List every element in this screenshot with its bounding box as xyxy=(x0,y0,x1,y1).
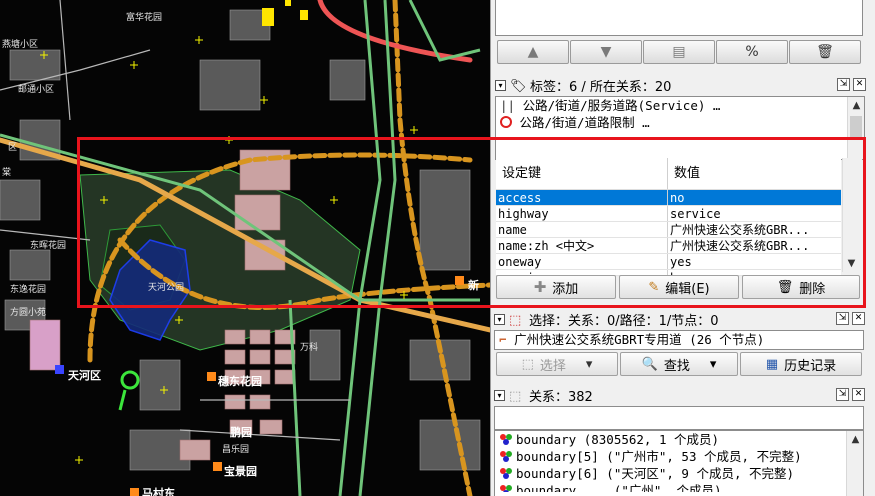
dialog-controls: ⇲ ✕ xyxy=(837,78,866,91)
history-button[interactable]: ▦ 历史记录 xyxy=(740,352,862,376)
add-button[interactable]: ✚ 添加 xyxy=(496,275,616,299)
collapse-icon[interactable]: ▾ xyxy=(495,79,506,91)
map-label: 万科 xyxy=(300,343,319,353)
scroll-up-icon[interactable]: ▲ xyxy=(848,97,865,114)
map-label: 马村东 xyxy=(142,487,175,496)
selection-icon: ⬚ xyxy=(509,313,522,328)
arrow-up-icon: ▲ xyxy=(527,44,539,60)
move-down-button[interactable]: ▼ xyxy=(570,40,642,64)
table-row[interactable]: name:zh <中文> 广州快速公交系统GBR... xyxy=(496,238,841,254)
map-label: 区 xyxy=(8,143,18,153)
map-drawing xyxy=(0,0,490,496)
table-row[interactable]: highway service xyxy=(496,206,841,222)
table-row[interactable]: name 广州快速公交系统GBR... xyxy=(496,222,841,238)
map-label: 鹏园 xyxy=(230,426,252,439)
search-icon: 🔍 xyxy=(641,356,658,372)
relations-scrollbar[interactable]: ▲ xyxy=(847,97,864,159)
tags-dialog-header[interactable]: ▾ 🏷 标签：6 / 所在关系：20 ⇲ ✕ xyxy=(491,75,875,95)
stack-button[interactable]: ▤ xyxy=(643,40,715,64)
restriction-icon xyxy=(500,116,512,128)
way-icon: ⌐ xyxy=(499,332,507,347)
detach-icon[interactable]: ⇲ xyxy=(836,388,849,401)
collapse-icon[interactable]: ▾ xyxy=(494,313,505,325)
map-label: 东晖花园 xyxy=(30,241,67,251)
scroll-up-icon[interactable]: ▲ xyxy=(847,431,864,448)
trash-button[interactable]: 🗑 xyxy=(789,40,861,64)
stack-icon: ▤ xyxy=(672,44,686,60)
map-label: 方圆小苑 xyxy=(10,308,47,318)
relation-item[interactable]: || 公路/街道/服务道路(Service) … xyxy=(496,97,864,114)
relation-icon xyxy=(499,432,513,446)
selection-dialog-header[interactable]: ▾ ⬚ 选择：关系：0/路径：1/节点：0 ⇲ ✕ xyxy=(490,309,875,329)
trash-icon: 🗑 xyxy=(776,279,794,295)
table-row[interactable]: access no xyxy=(496,190,841,206)
plus-icon: ✚ xyxy=(533,278,547,296)
relations-dialog-header[interactable]: ▾ ⬚ 关系：382 ⇲ ✕ xyxy=(490,385,875,405)
col-key-header[interactable]: 设定键 xyxy=(496,158,668,189)
map-label: 富华花园 xyxy=(126,13,163,23)
relations-filter[interactable] xyxy=(494,406,864,430)
map-label: 燕塘小区 xyxy=(2,40,39,50)
relation-icon xyxy=(499,483,513,492)
map-label: 东逸花园 xyxy=(10,285,47,295)
percent-edit-icon: % xyxy=(745,44,759,60)
relation-icon xyxy=(499,449,513,463)
tag-icon: 🏷 xyxy=(510,79,527,94)
edit-icon: ✎ xyxy=(648,279,660,295)
relation-item[interactable]: 公路/街道/道路限制 … xyxy=(496,114,864,131)
delete-button[interactable]: 🗑 删除 xyxy=(742,275,860,299)
search-button[interactable]: 🔍 查找 ▾ xyxy=(620,352,738,376)
move-up-button[interactable]: ▲ xyxy=(497,40,569,64)
tags-table[interactable]: 设定键 数值 access no highway service name 广州快速公… xyxy=(496,158,841,276)
map-label: 天河区 xyxy=(68,369,101,382)
map-label: 棠 xyxy=(2,168,12,178)
scroll-down-icon[interactable]: ▼ xyxy=(843,255,860,272)
list-item[interactable]: boundary (8305562, 1 个成员) xyxy=(495,431,863,448)
close-icon[interactable]: ✕ xyxy=(853,78,866,91)
detach-icon[interactable]: ⇲ xyxy=(837,78,850,91)
scroll-thumb[interactable] xyxy=(850,116,862,138)
relations-list-scrollbar[interactable]: ▲ xyxy=(846,431,863,496)
history-icon: ▦ xyxy=(765,356,779,372)
edit-button[interactable]: ✎ 编辑(E) xyxy=(619,275,739,299)
map-label: 宝景园 xyxy=(224,465,257,478)
detach-icon[interactable]: ⇲ xyxy=(836,312,849,325)
members-list[interactable] xyxy=(495,0,863,36)
select-button[interactable]: ⬚ 选择 ▾ xyxy=(496,352,618,376)
collapse-icon[interactable]: ▾ xyxy=(494,389,505,401)
map-label: 天河公园 xyxy=(148,283,185,293)
list-item[interactable]: ⌐ 广州快速公交系统GBRT专用道 (26 个节点) xyxy=(495,331,863,348)
list-item[interactable]: boundary[5] ("广州市", 53 个成员, 不完整) xyxy=(495,448,863,465)
list-item[interactable]: boundary ... ("广州", 个成员) xyxy=(495,482,863,492)
map-label: 昌乐园 xyxy=(222,445,250,455)
tags-table-header: 设定键 数值 xyxy=(496,158,841,190)
close-icon[interactable]: ✕ xyxy=(852,388,865,401)
select-icon: ⬚ xyxy=(521,356,534,372)
tags-scrollbar[interactable]: ▼ xyxy=(842,158,862,272)
relations-dialog-title: 关系：382 xyxy=(529,389,593,405)
selection-list[interactable]: ⌐ 广州快速公交系统GBRT专用道 (26 个节点) xyxy=(494,330,864,350)
relation-icon xyxy=(499,466,513,480)
map-label: 邮通小区 xyxy=(18,85,55,95)
relations-list[interactable]: boundary (8305562, 1 个成员) boundary[5] ("… xyxy=(494,430,864,496)
percent-edit-button[interactable]: % xyxy=(716,40,788,64)
map-canvas[interactable]: 富华花园 燕塘小区 邮通小区 东晖花园 东逸花园 方圆小苑 天河公园 天河区 穗… xyxy=(0,0,490,496)
relation-icon: ⬚ xyxy=(509,389,522,404)
table-row[interactable]: oneway yes xyxy=(496,254,841,270)
tags-dialog-title: 标签：6 / 所在关系：20 xyxy=(530,79,672,95)
dialog-controls: ⇲ ✕ xyxy=(836,312,865,325)
map-label: 穗东花园 xyxy=(218,375,262,388)
dialog-controls: ⇲ ✕ xyxy=(836,388,865,401)
tags-relations-list[interactable]: || 公路/街道/服务道路(Service) … 公路/街道/道路限制 … ▲ xyxy=(495,96,865,160)
close-icon[interactable]: ✕ xyxy=(852,312,865,325)
trash-icon: 🗑 xyxy=(816,44,834,60)
col-value-header[interactable]: 数值 xyxy=(668,158,839,189)
list-item[interactable]: boundary[6] ("天河区", 9 个成员, 不完整) xyxy=(495,465,863,482)
arrow-down-icon: ▼ xyxy=(600,44,612,60)
map-label: 新 xyxy=(468,279,479,292)
selection-dialog-title: 选择：关系：0/路径：1/节点：0 xyxy=(529,313,719,329)
